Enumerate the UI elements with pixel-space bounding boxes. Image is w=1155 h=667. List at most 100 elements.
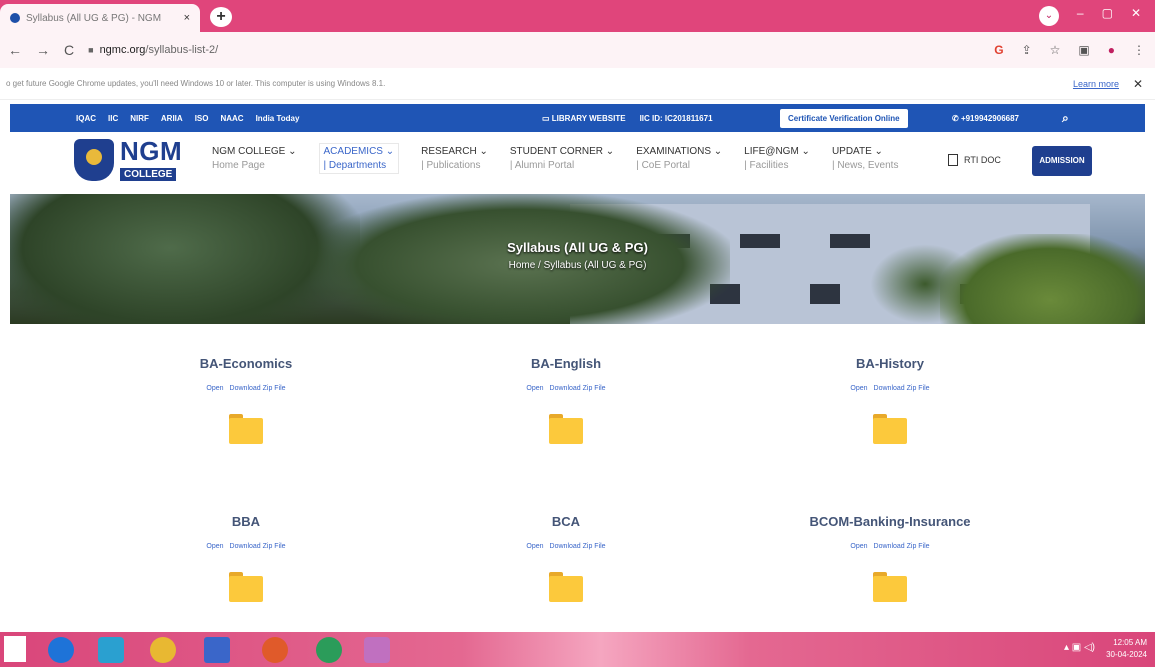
folder-icon[interactable] <box>549 414 583 444</box>
url-path: /syllabus-list-2/ <box>145 44 219 56</box>
new-tab-button[interactable]: + <box>210 7 232 27</box>
menu-title: EXAMINATIONS ⌄ <box>636 146 723 157</box>
top-link-iso[interactable]: ISO <box>195 114 209 123</box>
breadcrumb[interactable]: Home / Syllabus (All UG & PG) <box>10 260 1145 271</box>
tree-image <box>310 194 730 324</box>
folder-icon[interactable] <box>229 572 263 602</box>
system-tray-icons[interactable]: ▴ ▣ ◁) <box>1064 642 1095 653</box>
favicon-icon <box>10 13 20 23</box>
side-panel-icon[interactable]: ▣ <box>1078 43 1089 57</box>
menu-sub: | CoE Portal <box>636 160 690 171</box>
reload-icon[interactable]: C <box>64 42 74 58</box>
menu-item-student-corner[interactable]: STUDENT CORNER ⌄ | Alumni Portal <box>510 146 614 174</box>
ie-icon[interactable] <box>48 637 74 663</box>
clock[interactable]: 12:05 AM 30-04-2024 <box>1106 637 1147 661</box>
syllabus-card: BCA Open Download Zip File <box>446 514 686 602</box>
chrome-profile-icon[interactable] <box>316 637 342 663</box>
start-button[interactable] <box>4 636 26 662</box>
back-icon[interactable]: ← <box>8 42 22 58</box>
file-explorer-icon[interactable] <box>204 637 230 663</box>
bookmark-star-icon[interactable]: ☆ <box>1050 43 1061 57</box>
menu-title: NGM COLLEGE ⌄ <box>212 146 297 157</box>
forward-icon[interactable]: → <box>36 42 50 58</box>
open-link[interactable]: Open <box>206 385 223 392</box>
outlook-icon[interactable] <box>98 637 124 663</box>
media-player-icon[interactable] <box>262 637 288 663</box>
menu-item-ngm-college[interactable]: NGM COLLEGE ⌄ Home Page <box>212 146 297 174</box>
folder-icon[interactable] <box>229 414 263 444</box>
phone-link[interactable]: ✆ +919942906687 <box>952 114 1019 123</box>
open-link[interactable]: Open <box>850 385 867 392</box>
download-zip-link[interactable]: Download Zip File <box>230 385 286 392</box>
syllabus-card: BCOM-Banking-Insurance Open Download Zip … <box>770 514 1010 602</box>
clock-time: 12:05 AM <box>1113 638 1147 647</box>
menu-sub: | News, Events <box>831 160 899 171</box>
library-label: LIBRARY WEBSITE <box>551 113 626 123</box>
menu: NGM COLLEGE ⌄ Home Page ACADEMICS ⌄ | De… <box>212 143 920 174</box>
download-zip-link[interactable]: Download Zip File <box>874 385 930 392</box>
chrome-icon[interactable] <box>150 637 176 663</box>
infobar-message: o get future Google Chrome updates, you'… <box>6 79 386 88</box>
folder-icon[interactable] <box>549 572 583 602</box>
library-icon: ▭ <box>542 113 550 123</box>
college-logo[interactable]: NGM COLLEGE <box>74 138 182 182</box>
menu-item-update[interactable]: UPDATE ⌄ | News, Events <box>832 146 899 174</box>
minimize-icon[interactable]: – <box>1077 6 1084 26</box>
tab-close-icon[interactable]: × <box>184 12 190 24</box>
menu-sub: | Publications <box>421 160 481 171</box>
top-link-naac[interactable]: NAAC <box>220 114 243 123</box>
menu-dots-icon[interactable]: ⋮ <box>1133 43 1145 57</box>
download-zip-link[interactable]: Download Zip File <box>874 543 930 550</box>
menu-item-examinations[interactable]: EXAMINATIONS ⌄ | CoE Portal <box>636 146 722 174</box>
browser-tab[interactable]: Syllabus (All UG & PG) - NGM × <box>0 4 200 32</box>
folder-icon[interactable] <box>873 414 907 444</box>
top-link-ariia[interactable]: ARIIA <box>161 114 183 123</box>
maximize-icon[interactable]: ▢ <box>1102 6 1113 26</box>
top-link-nirf[interactable]: NIRF <box>130 114 149 123</box>
paint-icon[interactable] <box>364 637 390 663</box>
crest-icon <box>74 139 114 181</box>
folder-icon[interactable] <box>873 572 907 602</box>
download-zip-link[interactable]: Download Zip File <box>230 543 286 550</box>
admission-button[interactable]: ADMISSION <box>1032 146 1092 176</box>
profile-icon[interactable]: ● <box>1108 43 1115 57</box>
learn-more-link[interactable]: Learn more <box>1073 79 1119 89</box>
top-mid: ▭ LIBRARY WEBSITE IIC ID: IC201811671 <box>542 114 713 123</box>
window-shape <box>810 284 840 304</box>
top-link-iqac[interactable]: IQAC <box>76 114 96 123</box>
share-icon[interactable]: ⇪ <box>1022 43 1032 57</box>
search-icon[interactable]: ⌕ <box>1062 111 1069 126</box>
syllabus-name: BA-Economics <box>199 356 293 371</box>
logo-name: NGM <box>120 136 183 166</box>
menu-item-life-at-ngm[interactable]: LIFE@NGM ⌄ | Facilities <box>744 146 810 174</box>
download-zip-link[interactable]: Download Zip File <box>550 385 606 392</box>
menu-item-research[interactable]: RESEARCH ⌄ | Publications <box>421 146 488 174</box>
top-link-iic[interactable]: IIC <box>108 114 118 123</box>
google-icon[interactable]: G <box>994 43 1003 57</box>
update-infobar: o get future Google Chrome updates, you'… <box>0 68 1155 100</box>
library-link[interactable]: ▭ LIBRARY WEBSITE <box>542 114 626 123</box>
windows-taskbar: ▴ ▣ ◁) 12:05 AM 30-04-2024 <box>0 632 1155 667</box>
top-link-india-today[interactable]: India Today <box>256 114 300 123</box>
rti-doc-link[interactable]: RTI DOC <box>948 154 1001 166</box>
open-link[interactable]: Open <box>206 543 223 550</box>
url-field[interactable]: ngmc.org/syllabus-list-2/ <box>100 44 219 56</box>
syllabus-name: BCOM-Banking-Insurance <box>809 514 971 529</box>
certificate-verification-button[interactable]: Certificate Verification Online <box>780 109 908 128</box>
menu-item-academics[interactable]: ACADEMICS ⌄ | Departments <box>318 143 400 174</box>
menu-title: LIFE@NGM ⌄ <box>744 146 810 157</box>
open-link[interactable]: Open <box>526 385 543 392</box>
close-window-icon[interactable]: ✕ <box>1131 6 1141 26</box>
lock-icon[interactable]: ■ <box>88 45 93 55</box>
syllabus-name: BA-English <box>530 356 602 371</box>
tab-search-icon[interactable]: ⌄ <box>1038 6 1059 26</box>
syllabus-card: BA-History Open Download Zip File <box>770 356 1010 444</box>
download-zip-link[interactable]: Download Zip File <box>550 543 606 550</box>
open-link[interactable]: Open <box>526 543 543 550</box>
menu-sub: | Alumni Portal <box>509 160 575 171</box>
open-link[interactable]: Open <box>850 543 867 550</box>
browser-tab-strip: Syllabus (All UG & PG) - NGM × + ⌄ – ▢ ✕ <box>0 0 1155 32</box>
infobar-close-icon[interactable]: ✕ <box>1133 77 1143 91</box>
window-controls: ⌄ – ▢ ✕ <box>1038 6 1141 26</box>
menu-title: RESEARCH ⌄ <box>421 146 488 157</box>
